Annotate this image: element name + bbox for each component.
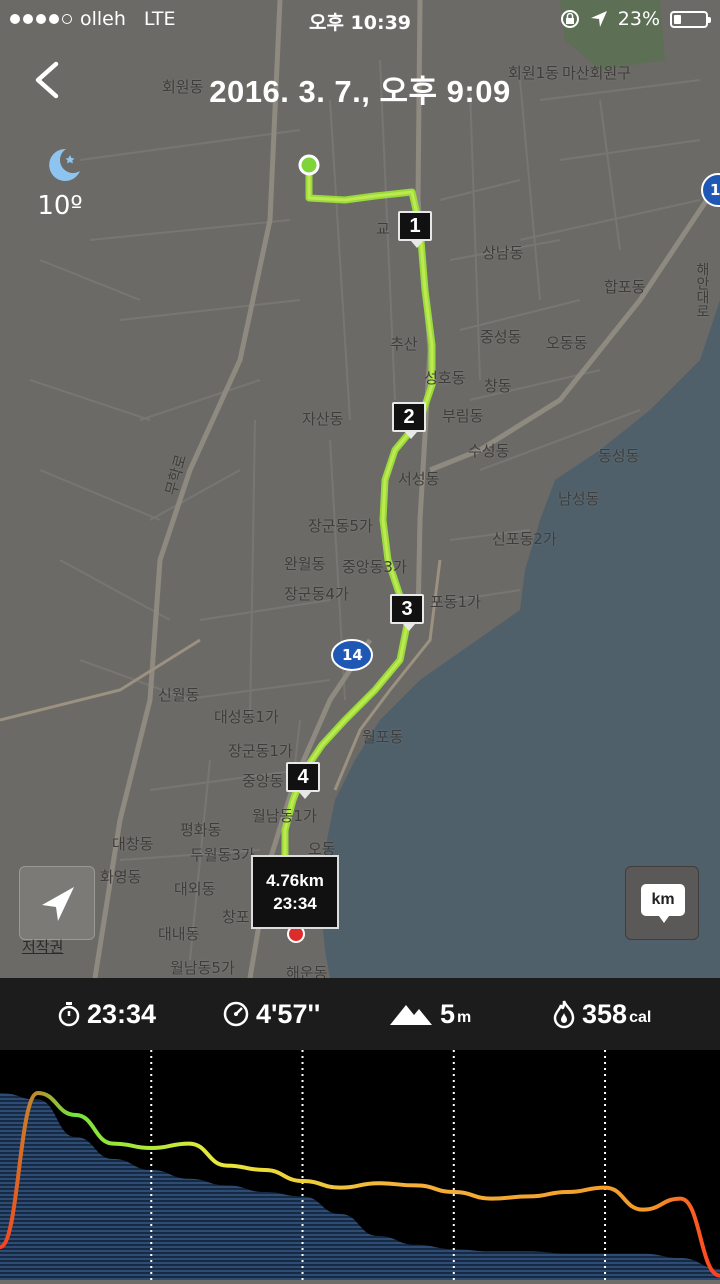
unit-toggle-button[interactable]: km [625,866,699,940]
map-label: 창동 [484,377,512,395]
map-label: 중성동 [480,328,522,346]
map-label: 교 [376,220,390,238]
battery-icon [670,10,711,28]
weather-widget: 10º [30,145,90,221]
map-label: 동성동 [598,447,640,465]
chart-svg [0,1050,720,1280]
mountain-icon [390,1005,432,1025]
summary-distance: 4.76km [266,871,324,890]
duration-stat: 23:34 [57,978,156,1050]
moon-icon [49,148,80,181]
map-label: 대내동 [158,925,200,943]
speedometer-icon [223,1001,249,1027]
road-badge-right: 1 [710,181,720,199]
map-label: 화영동 [100,868,142,886]
map-label: 중앙동 [242,772,284,790]
split-marker-1[interactable]: 1 [398,211,432,248]
route-map[interactable]: 14 1 회원동 회원1동 마산회원구 교 상남동 합포동 추산 중성동 오동동… [0,0,720,978]
map-label: 해운동 [286,964,328,978]
map-label: 중앙동3가 [342,558,407,576]
duration-value: 23:34 [87,998,157,1029]
split-marker-4[interactable]: 4 [286,762,320,799]
location-arrow-icon [42,887,74,921]
map-label: 상남동 [482,244,524,262]
elevation-stat: 5 m [388,978,471,1050]
map-label: 두월동3가 [190,846,255,864]
map-label: 신포동2가 [492,530,557,548]
pace-stat: 4'57'' [222,978,320,1050]
calories-stat: 358 cal [552,978,651,1050]
map-label: 남성동 [558,490,600,508]
route-summary-tooltip: 4.76km 23:34 [251,855,339,929]
rotation-lock-icon [560,10,579,28]
locate-button[interactable] [19,866,95,940]
split-marker-2[interactable]: 2 [392,402,426,439]
map-label: 서성동 [398,470,440,488]
unit-label: km [641,884,685,923]
battery-percent: 23% [617,8,660,30]
map-base [0,0,720,978]
map-label: 추산 [390,335,418,353]
map-label: 부림동 [442,407,484,425]
status-bar: olleh LTE 오후 10:39 23% [0,0,720,40]
copyright-link[interactable]: 저작권 [22,936,63,957]
map-label: 오동동 [546,334,588,352]
elevation-value: 5 [440,998,456,1029]
map-label: 월남동1가 [252,807,317,825]
calories-value: 358 [582,998,628,1029]
pace-value: 4'57'' [256,998,321,1029]
map-label: 장군동4가 [284,585,349,603]
temperature: 10º [37,191,83,221]
elevation-unit: m [457,1009,472,1026]
location-services-icon [590,11,607,27]
map-label: 장군동5가 [308,517,373,535]
map-label: 해안대로 [694,262,710,318]
calories-unit: cal [629,1009,652,1026]
map-label: 대성동1가 [214,708,279,726]
map-label: 평화동 [180,821,222,839]
split-marker-3[interactable]: 3 [390,594,424,631]
stopwatch-icon [58,1002,80,1027]
map-label: 성호동 [424,369,466,387]
map-label: 완월동 [284,555,326,573]
map-label: 신월동 [158,686,200,704]
stats-bar: 23:34 4'57'' 5 m 358 cal [0,978,720,1050]
summary-time: 23:34 [273,894,317,913]
road-badge-14: 14 [342,646,363,664]
map-label: 대창동 [112,835,154,853]
page-title: 2016. 3. 7., 오후 9:09 [209,74,511,109]
map-label: 장군동1가 [228,742,293,760]
map-label: 자산동 [302,410,344,428]
map-label: 대외동 [174,880,216,898]
map-label: 창포 [222,908,250,926]
map-label: 월포동 [362,728,404,746]
flame-icon [553,1000,575,1029]
map-label: 합포동 [604,278,646,296]
map-label: 포동1가 [430,593,481,611]
map-label: 수성동 [468,442,510,460]
pace-elevation-chart [0,1050,720,1280]
map-label: 월남동5가 [170,959,235,977]
